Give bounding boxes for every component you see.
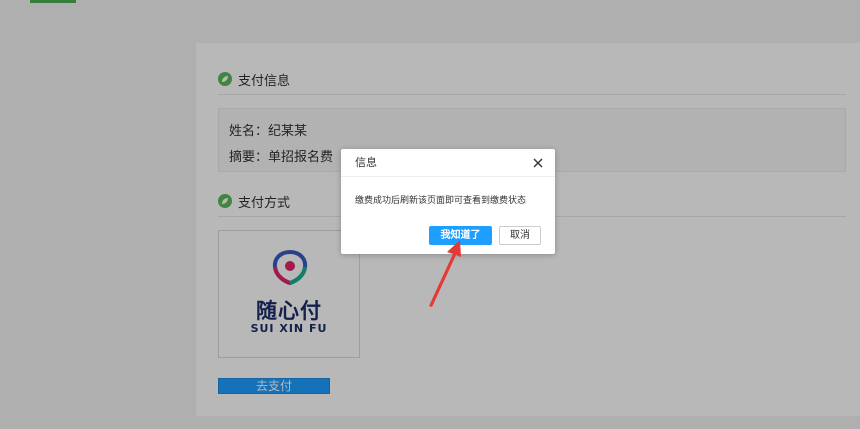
dialog-message: 缴费成功后刷新该页面即可查看到缴费状态	[355, 196, 527, 206]
red-arrow-annotation	[429, 240, 461, 307]
cancel-button[interactable]: 取消	[499, 226, 541, 245]
close-icon[interactable]	[533, 158, 543, 168]
dialog-title: 信息	[341, 149, 555, 177]
